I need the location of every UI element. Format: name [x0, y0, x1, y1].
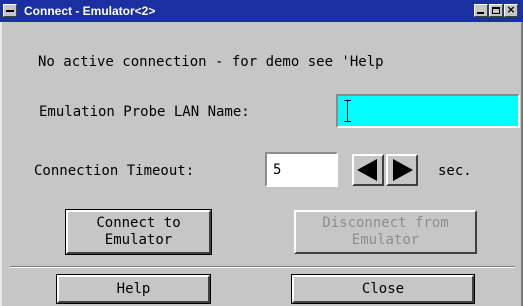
- left-arrow-icon: [357, 159, 377, 181]
- connect-to-emulator-button[interactable]: Connect to Emulator: [65, 209, 212, 255]
- system-menu-icon[interactable]: [3, 4, 17, 17]
- decrease-timeout-button[interactable]: [352, 154, 384, 186]
- close-window-icon[interactable]: ×: [504, 3, 518, 17]
- connect-dialog-window: Connect - Emulator<2> × No active connec…: [0, 0, 523, 306]
- increase-timeout-button[interactable]: [386, 154, 418, 186]
- window-frame-left: [0, 22, 2, 306]
- timeout-input[interactable]: [265, 152, 338, 187]
- connection-timeout-label: Connection Timeout:: [34, 163, 195, 179]
- title-bar[interactable]: Connect - Emulator<2> ×: [0, 0, 523, 22]
- disconnect-from-emulator-button: Disconnect from Emulator: [294, 210, 477, 254]
- timeout-unit-label: sec.: [438, 163, 472, 179]
- help-button[interactable]: Help: [56, 274, 211, 304]
- close-button[interactable]: Close: [291, 274, 475, 304]
- maximize-icon[interactable]: [489, 4, 503, 17]
- status-message: No active connection - for demo see 'Hel…: [38, 54, 384, 70]
- window-title: Connect - Emulator<2>: [24, 4, 156, 18]
- text-cursor-icon: [344, 100, 352, 122]
- right-arrow-icon: [393, 159, 413, 181]
- lan-name-input[interactable]: [336, 94, 520, 128]
- button-separator: [10, 266, 515, 268]
- minimize-icon[interactable]: [474, 4, 488, 17]
- lan-name-label: Emulation Probe LAN Name:: [39, 104, 250, 120]
